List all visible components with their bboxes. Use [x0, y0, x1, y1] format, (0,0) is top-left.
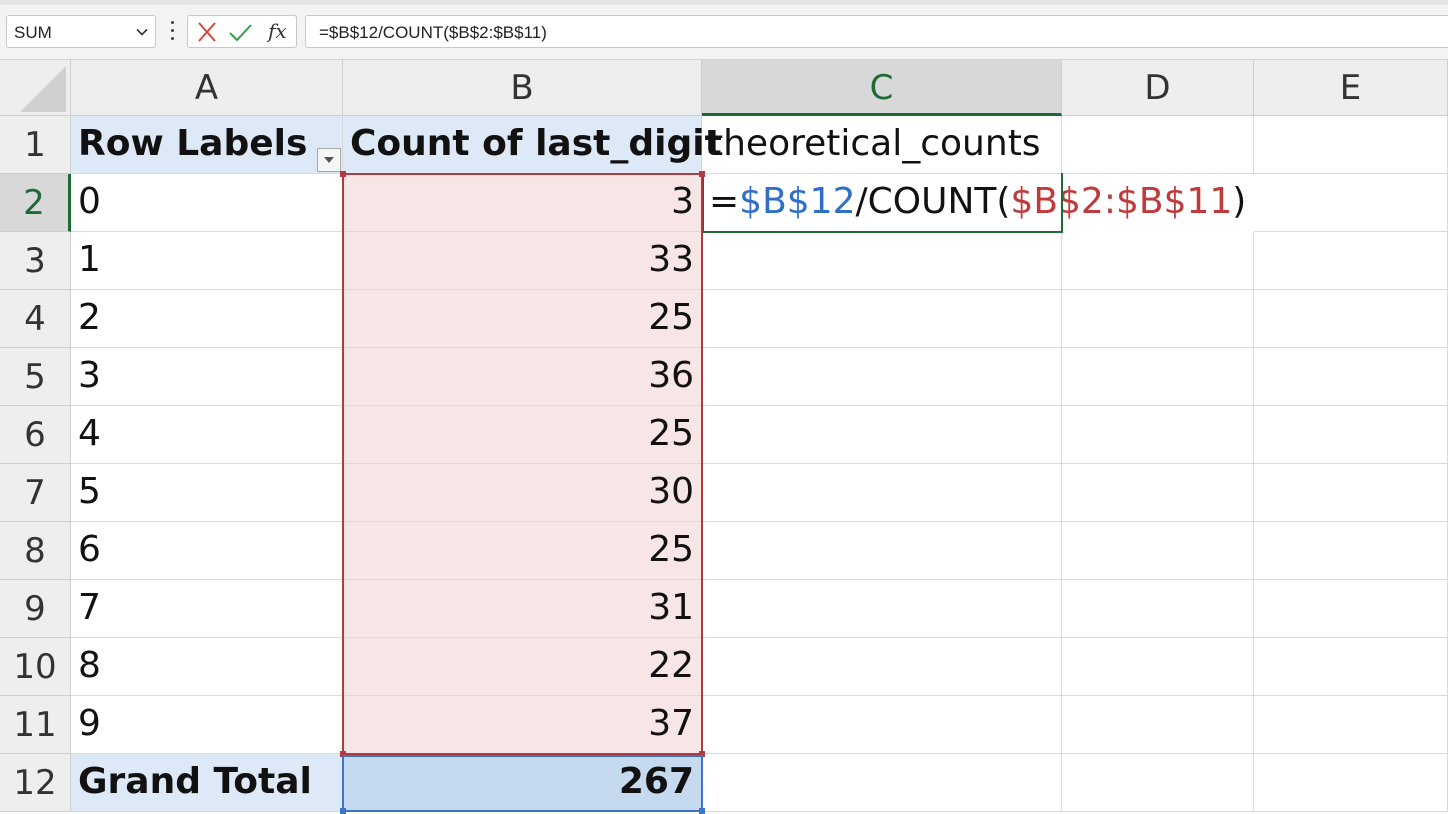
column-header-d[interactable]: D	[1062, 60, 1254, 116]
more-options-icon[interactable]	[168, 18, 178, 44]
row-header-7[interactable]: 7	[0, 464, 71, 522]
formula-buttons: fx	[187, 15, 297, 48]
cell-a3[interactable]: 1	[71, 232, 343, 290]
column-header-b[interactable]: B	[343, 60, 702, 116]
fx-icon[interactable]: fx	[268, 19, 287, 43]
ribbon-edge	[0, 0, 1448, 5]
cell-d4[interactable]	[1062, 290, 1254, 348]
cell-c6[interactable]	[702, 406, 1062, 464]
cell-d11[interactable]	[1062, 696, 1254, 754]
cell-e6[interactable]	[1254, 406, 1448, 464]
row-header-6[interactable]: 6	[0, 406, 71, 464]
cell-a10[interactable]: 8	[71, 638, 343, 696]
range-handle[interactable]	[340, 171, 346, 177]
cell-b1[interactable]: Count of last_digit	[343, 116, 722, 174]
cell-a11[interactable]: 9	[71, 696, 343, 754]
cell-e12[interactable]	[1254, 754, 1448, 812]
cell-e3[interactable]	[1254, 232, 1448, 290]
cell-e9[interactable]	[1254, 580, 1448, 638]
cell-c12[interactable]	[702, 754, 1062, 812]
cell-d7[interactable]	[1062, 464, 1254, 522]
cell-d3[interactable]	[1062, 232, 1254, 290]
cell-a6[interactable]: 4	[71, 406, 343, 464]
cell-d10[interactable]	[1062, 638, 1254, 696]
cell-a2[interactable]: 0	[71, 174, 343, 232]
select-all-corner[interactable]	[0, 60, 71, 116]
name-box-value: SUM	[14, 23, 52, 42]
column-header-c[interactable]: C	[702, 60, 1062, 116]
row-header-1[interactable]: 1	[0, 116, 71, 174]
cell-d12[interactable]	[1062, 754, 1254, 812]
formula-bar: SUM fx =$B$12/COUNT($B$2:$B$11)	[0, 0, 1448, 60]
cell-d5[interactable]	[1062, 348, 1254, 406]
range-handle[interactable]	[699, 171, 705, 177]
cell-d6[interactable]	[1062, 406, 1254, 464]
cell-c8[interactable]	[702, 522, 1062, 580]
cell-c1[interactable]: theoretical_counts	[702, 116, 1062, 174]
x-icon[interactable]	[194, 20, 220, 44]
filter-dropdown-button[interactable]	[317, 148, 341, 172]
check-icon[interactable]	[227, 20, 253, 44]
cell-e1[interactable]	[1254, 116, 1448, 174]
cell-d1[interactable]	[1062, 116, 1254, 174]
cell-a8[interactable]: 6	[71, 522, 343, 580]
row-header-4[interactable]: 4	[0, 290, 71, 348]
cell-c4[interactable]	[702, 290, 1062, 348]
cell-e4[interactable]	[1254, 290, 1448, 348]
cell-a9[interactable]: 7	[71, 580, 343, 638]
cell-a12[interactable]: Grand Total	[71, 754, 343, 812]
cell-e11[interactable]	[1254, 696, 1448, 754]
row-header-11[interactable]: 11	[0, 696, 71, 754]
select-all-icon	[20, 66, 66, 112]
range-handle[interactable]	[699, 808, 705, 814]
cell-e5[interactable]	[1254, 348, 1448, 406]
cell-e2[interactable]	[1254, 174, 1448, 232]
cell-e8[interactable]	[1254, 522, 1448, 580]
cell-c5[interactable]	[702, 348, 1062, 406]
theoretical-counts-header: theoretical_counts	[709, 123, 1041, 164]
active-cell-border	[702, 173, 1063, 233]
cell-c9[interactable]	[702, 580, 1062, 638]
cell-c3[interactable]	[702, 232, 1062, 290]
cell-a1[interactable]: Row Labels	[71, 116, 343, 174]
name-box[interactable]: SUM	[6, 15, 156, 48]
row-header-3[interactable]: 3	[0, 232, 71, 290]
cell-d8[interactable]	[1062, 522, 1254, 580]
cell-c7[interactable]	[702, 464, 1062, 522]
formula-close-paren: )	[1232, 181, 1247, 222]
cell-c11[interactable]	[702, 696, 1062, 754]
pivot-row-labels-header: Row Labels	[78, 123, 308, 164]
referenced-range-b2-b11	[340, 171, 705, 757]
row-header-8[interactable]: 8	[0, 522, 71, 580]
row-header-5[interactable]: 5	[0, 348, 71, 406]
formula-text: =$B$12/COUNT($B$2:$B$11)	[319, 23, 547, 42]
row-header-9[interactable]: 9	[0, 580, 71, 638]
filter-arrow-icon	[324, 157, 334, 163]
column-header-a[interactable]: A	[71, 60, 343, 116]
cell-a4[interactable]: 2	[71, 290, 343, 348]
pivot-count-header: Count of last_digit	[350, 123, 722, 164]
row-header-12[interactable]: 12	[0, 754, 71, 812]
chevron-down-icon[interactable]	[135, 25, 149, 39]
cell-c10[interactable]	[702, 638, 1062, 696]
row-header-2[interactable]: 2	[0, 174, 71, 232]
cell-a7[interactable]: 5	[71, 464, 343, 522]
cell-a5[interactable]: 3	[71, 348, 343, 406]
spreadsheet-grid: A B C D E 1 2 3 4 5 6 7 8 9 10 11 12 Row…	[0, 60, 1448, 814]
cell-e7[interactable]	[1254, 464, 1448, 522]
row-header-10[interactable]: 10	[0, 638, 71, 696]
referenced-cell-b12	[340, 755, 705, 814]
range-handle[interactable]	[340, 808, 346, 814]
cell-e10[interactable]	[1254, 638, 1448, 696]
column-header-e[interactable]: E	[1254, 60, 1448, 116]
formula-input[interactable]: =$B$12/COUNT($B$2:$B$11)	[305, 15, 1448, 48]
cell-d9[interactable]	[1062, 580, 1254, 638]
